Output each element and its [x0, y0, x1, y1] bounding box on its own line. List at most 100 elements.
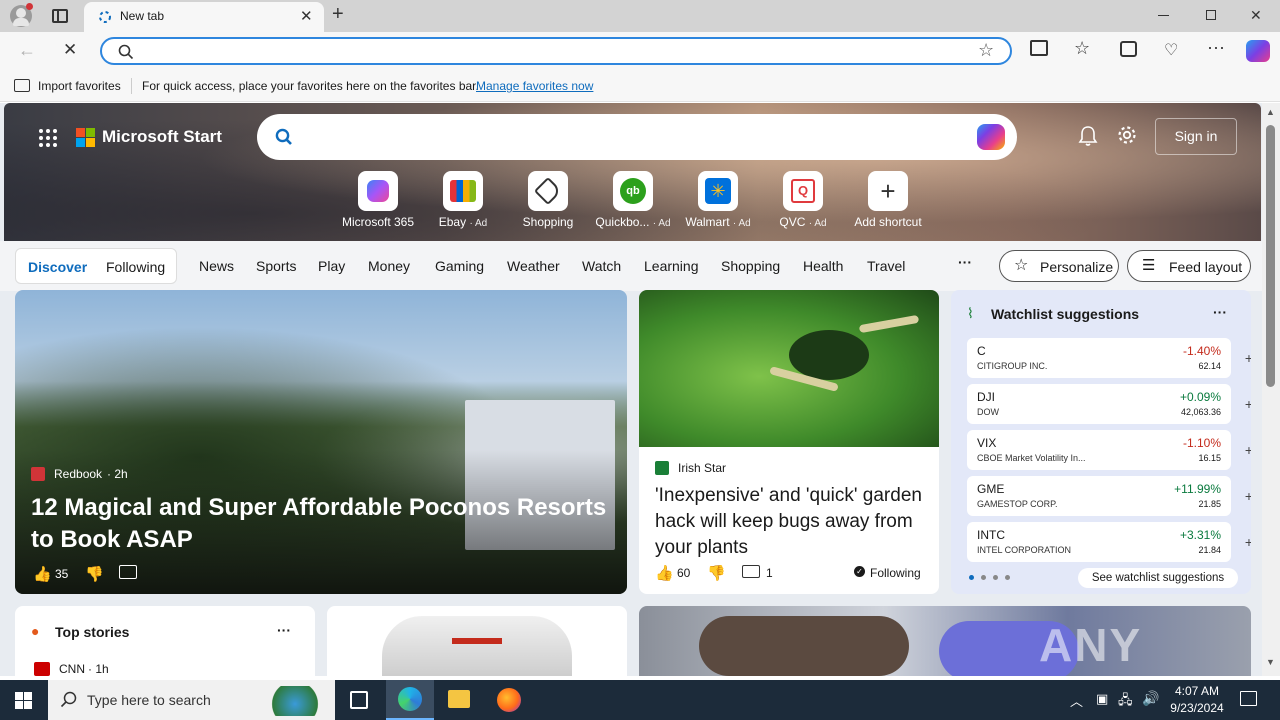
carousel-dots[interactable] [969, 575, 1017, 581]
address-input[interactable] [142, 42, 962, 60]
nav-sports[interactable]: Sports [256, 258, 296, 274]
shortcut-quickbooks[interactable]: qb Quickbo... · Ad [593, 171, 673, 229]
article-card-vaccine[interactable]: ANY RUN [639, 606, 1251, 676]
task-view-icon[interactable] [350, 691, 368, 709]
nav-money[interactable]: Money [368, 258, 410, 274]
import-favorites-button[interactable]: Import favorites [38, 79, 121, 93]
shortcut-ebay[interactable]: Ebay · Ad [423, 171, 503, 229]
back-icon[interactable]: ← [18, 40, 36, 61]
see-watchlist-suggestions-button[interactable]: See watchlist suggestions [1078, 568, 1238, 588]
feed-layout-button[interactable]: ☰ Feed layout [1127, 250, 1251, 282]
stop-loading-icon[interactable]: ✕ [63, 40, 77, 60]
settings-more-icon[interactable]: ··· [1207, 37, 1225, 58]
notifications-bell-icon[interactable] [1078, 125, 1098, 147]
copilot-icon[interactable] [977, 124, 1005, 150]
collections-icon[interactable] [1120, 41, 1137, 57]
nav-shopping[interactable]: Shopping [721, 258, 780, 274]
minimize-icon[interactable] [1158, 15, 1169, 16]
scroll-down-icon[interactable]: ▼ [1266, 657, 1275, 667]
notification-center-icon[interactable] [1240, 691, 1257, 706]
sign-in-button[interactable]: Sign in [1155, 118, 1237, 155]
comment-icon[interactable] [119, 565, 137, 579]
tab-following[interactable]: Following [106, 259, 165, 275]
personalize-button[interactable]: ☆ Personalize [999, 250, 1119, 282]
article-card-garden[interactable]: Irish Star 'Inexpensive' and 'quick' gar… [639, 290, 939, 594]
add-to-watchlist-icon[interactable]: + [1239, 440, 1251, 460]
nav-watch[interactable]: Watch [582, 258, 621, 274]
taskbar-search-box[interactable]: Type here to search [48, 680, 335, 720]
article-headline[interactable]: 'Inexpensive' and 'quick' garden hack wi… [655, 483, 927, 561]
nav-gaming[interactable]: Gaming [435, 258, 484, 274]
copilot-icon[interactable] [1246, 40, 1270, 62]
add-to-watchlist-icon[interactable]: + [1239, 486, 1251, 506]
stock-row[interactable]: INTC INTEL CORPORATION +3.31% 21.84 + [967, 522, 1251, 562]
search-icon [118, 44, 134, 60]
stock-name: GAMESTOP CORP. [977, 499, 1058, 509]
start-windows-icon[interactable] [15, 692, 32, 709]
dislike-icon[interactable]: 👎 [85, 565, 104, 583]
app-launcher-icon[interactable] [38, 128, 58, 148]
profile-avatar-icon[interactable] [10, 3, 33, 27]
tab-actions-icon[interactable] [52, 9, 68, 23]
product-ad-card[interactable] [327, 606, 627, 676]
browser-essentials-icon[interactable]: ♡ [1164, 40, 1178, 60]
watchlist-more-button[interactable]: ··· [1213, 304, 1227, 320]
add-to-watchlist-icon[interactable]: + [1239, 394, 1251, 414]
firefox-icon[interactable] [497, 688, 521, 712]
file-explorer-icon[interactable] [448, 690, 470, 708]
like-icon[interactable]: 👍 [33, 565, 52, 583]
shortcut-walmart[interactable]: ✳ Walmart · Ad [678, 171, 758, 229]
favorites-icon[interactable]: ☆ [1074, 38, 1090, 59]
page-scrollbar[interactable]: ▲ ▼ [1262, 103, 1280, 676]
close-window-icon[interactable]: ✕ [1250, 7, 1262, 24]
nav-travel[interactable]: Travel [867, 258, 905, 274]
add-to-watchlist-icon[interactable]: + [1239, 532, 1251, 552]
shortcut-qvc[interactable]: Q QVC · Ad [763, 171, 843, 229]
nav-news[interactable]: News [199, 258, 234, 274]
add-favorite-star-icon[interactable]: ☆ [978, 40, 994, 61]
tab-discover[interactable]: Discover [28, 259, 87, 275]
top-stories-more-button[interactable]: ··· [277, 622, 291, 638]
add-shortcut-button[interactable]: + Add shortcut [848, 171, 928, 229]
stock-row[interactable]: DJI DOW +0.09% 42,063.36 + [967, 384, 1251, 424]
nav-learning[interactable]: Learning [644, 258, 699, 274]
close-tab-icon[interactable]: ✕ [300, 7, 313, 25]
dislike-icon[interactable]: 👎 [707, 564, 726, 582]
web-search-input[interactable] [305, 126, 955, 148]
walmart-spark-icon: ✳ [698, 171, 738, 211]
volume-icon[interactable]: 🔊 [1142, 690, 1159, 707]
manage-favorites-link[interactable]: Manage favorites now [476, 79, 593, 93]
split-screen-icon[interactable] [1030, 40, 1048, 56]
scrollbar-thumb[interactable] [1266, 125, 1275, 387]
stock-row[interactable]: GME GAMESTOP CORP. +11.99% 21.85 + [967, 476, 1251, 516]
network-icon[interactable]: 🖧 [1118, 691, 1133, 713]
nav-more-button[interactable]: ··· [958, 254, 972, 270]
show-hidden-icons-chevron-icon[interactable]: ︿ [1070, 691, 1083, 710]
article-headline[interactable]: 12 Magical and Super Affordable Poconos … [31, 492, 621, 556]
shortcut-shopping[interactable]: Shopping [508, 171, 588, 229]
address-bar[interactable]: ☆ [100, 37, 1012, 65]
like-icon[interactable]: 👍 [655, 564, 674, 582]
stock-symbol: DJI [977, 390, 995, 404]
restore-icon[interactable] [1206, 10, 1216, 20]
shortcut-microsoft-365[interactable]: Microsoft 365 [338, 171, 418, 229]
redbook-logo-icon [31, 467, 45, 481]
stock-row[interactable]: VIX CBOE Market Volatility In... -1.10% … [967, 430, 1251, 470]
clock-time[interactable]: 4:07 AM [1172, 684, 1222, 698]
settings-gear-icon[interactable] [1117, 125, 1137, 145]
taskbar-edge-button[interactable] [386, 680, 434, 720]
scroll-up-icon[interactable]: ▲ [1266, 107, 1275, 117]
following-button[interactable]: Following [870, 566, 921, 580]
clock-date[interactable]: 9/23/2024 [1166, 701, 1228, 715]
network-device-icon[interactable]: ▣ [1096, 691, 1108, 707]
nav-weather[interactable]: Weather [507, 258, 560, 274]
new-tab-icon[interactable]: + [332, 3, 344, 26]
comment-icon[interactable] [742, 565, 760, 578]
hero-article-card[interactable]: Redbook · 2h 12 Magical and Super Afford… [15, 290, 627, 594]
stock-row[interactable]: C CITIGROUP INC. -1.40% 62.14 + [967, 338, 1251, 378]
nav-health[interactable]: Health [803, 258, 843, 274]
web-search-box[interactable] [257, 114, 1017, 160]
tab-new-tab[interactable]: New tab ✕ [84, 2, 324, 32]
nav-play[interactable]: Play [318, 258, 345, 274]
add-to-watchlist-icon[interactable]: + [1239, 348, 1251, 368]
